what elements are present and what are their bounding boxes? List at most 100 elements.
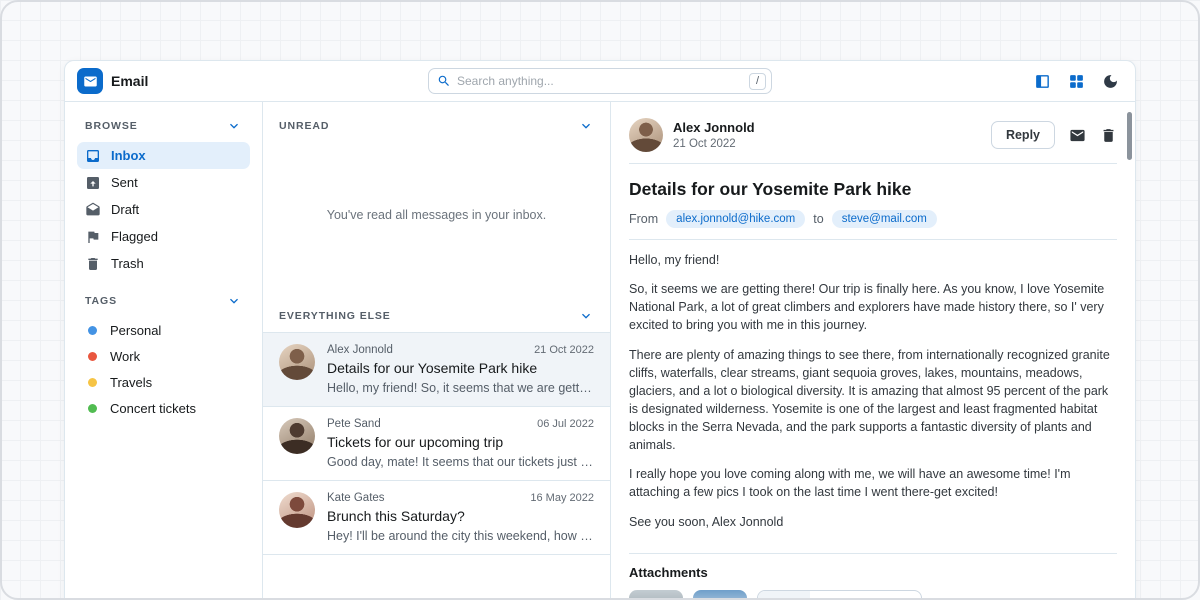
tag-color-dot: [88, 378, 97, 387]
search-input[interactable]: [457, 74, 743, 88]
tag-item-work[interactable]: Work: [77, 343, 250, 369]
from-to-row: From alex.jonnold@hike.com to steve@mail…: [629, 210, 1117, 228]
mail-icon: [1069, 127, 1086, 144]
email-preview: Hello, my friend! So, it seems that we a…: [327, 381, 594, 395]
sidebar-layout-icon: [1034, 73, 1051, 90]
list-section-everything-else[interactable]: Everything else: [263, 288, 610, 332]
email-preview: Good day, mate! It seems that our ticket…: [327, 455, 594, 469]
body-paragraph: I really hope you love coming along with…: [629, 465, 1117, 501]
delete-button[interactable]: [1100, 127, 1117, 144]
sidebar-section-browse[interactable]: Browse: [77, 114, 250, 138]
mail-icon: [83, 74, 98, 89]
trash-icon: [1100, 127, 1117, 144]
tag-item-personal[interactable]: Personal: [77, 317, 250, 343]
avatar: [279, 492, 315, 528]
detail-header: Alex Jonnold 21 Oct 2022 Reply: [629, 118, 1117, 152]
email-subject: Tickets for our upcoming trip: [327, 434, 594, 450]
mail-list-column: Unread You've read all messages in your …: [263, 102, 611, 600]
tag-color-dot: [88, 404, 97, 413]
to-email-chip[interactable]: steve@mail.com: [832, 210, 937, 228]
email-app-window: Email / Browse: [64, 60, 1136, 600]
detail-date: 21 Oct 2022: [673, 138, 755, 150]
top-bar: Email /: [65, 61, 1135, 102]
search-bar[interactable]: /: [428, 68, 772, 94]
email-item-body: Kate Gates 16 May 2022 Brunch this Satur…: [327, 492, 594, 543]
folder-tile: [758, 591, 810, 600]
attachment-file-card[interactable]: videos-hike.zip 100 MB: [757, 590, 922, 600]
sidebar-section-tags-wrap: Tags Personal Work Travels Concer: [77, 289, 250, 421]
sidebar-item-label: Sent: [111, 175, 138, 190]
chevron-down-icon[interactable]: [578, 308, 594, 324]
draft-icon: [85, 202, 101, 218]
inbox-icon: [85, 148, 101, 164]
email-list-item[interactable]: Alex Jonnold 21 Oct 2022 Details for our…: [263, 332, 610, 406]
tag-item-concert-tickets[interactable]: Concert tickets: [77, 395, 250, 421]
trash-icon: [85, 256, 101, 272]
sidebar-section-tags[interactable]: Tags: [77, 289, 250, 313]
email-sender: Pete Sand: [327, 418, 381, 430]
unread-empty-message: You've read all messages in your inbox.: [263, 142, 610, 288]
tag-label: Travels: [110, 375, 152, 390]
attachments-row: videos-hike.zip 100 MB: [629, 590, 1117, 600]
layout-toggle-button[interactable]: [1029, 68, 1055, 94]
reply-button[interactable]: Reply: [991, 121, 1055, 149]
flag-icon: [85, 229, 101, 245]
from-email-chip[interactable]: alex.jonnold@hike.com: [666, 210, 805, 228]
email-date: 06 Jul 2022: [537, 418, 594, 430]
divider: [629, 553, 1117, 554]
sidebar: Browse Inbox Sent Draft Flagged Tra: [65, 102, 263, 600]
email-item-body: Pete Sand 06 Jul 2022 Tickets for our up…: [327, 418, 594, 469]
email-list-item[interactable]: Pete Sand 06 Jul 2022 Tickets for our up…: [263, 406, 610, 480]
chevron-down-icon[interactable]: [226, 293, 242, 309]
email-item-body: Alex Jonnold 21 Oct 2022 Details for our…: [327, 344, 594, 395]
dark-mode-toggle[interactable]: [1097, 68, 1123, 94]
detail-actions: Reply: [991, 121, 1117, 149]
forward-mail-button[interactable]: [1069, 127, 1086, 144]
email-subject: Brunch this Saturday?: [327, 508, 594, 524]
email-body: Hello, my friend! So, it seems we are ge…: [629, 251, 1117, 542]
tag-label: Work: [110, 349, 140, 364]
body-paragraph: Hello, my friend!: [629, 251, 1117, 269]
tag-color-dot: [88, 352, 97, 361]
sidebar-item-flagged[interactable]: Flagged: [77, 223, 250, 250]
list-section-unread[interactable]: Unread: [263, 102, 610, 142]
sidebar-item-label: Draft: [111, 202, 139, 217]
sidebar-item-label: Flagged: [111, 229, 158, 244]
attachment-photo-2[interactable]: [693, 590, 747, 600]
apps-grid-button[interactable]: [1063, 68, 1089, 94]
sidebar-item-trash[interactable]: Trash: [77, 250, 250, 277]
unread-section-label: Unread: [279, 120, 329, 132]
sidebar-item-sent[interactable]: Sent: [77, 169, 250, 196]
tag-item-travels[interactable]: Travels: [77, 369, 250, 395]
tag-label: Concert tickets: [110, 401, 196, 416]
email-date: 21 Oct 2022: [534, 344, 594, 356]
attachments-label: Attachments: [629, 565, 1117, 580]
email-preview: Hey! I'll be around the city this weeken…: [327, 529, 594, 543]
sidebar-item-label: Trash: [111, 256, 144, 271]
body-paragraph: See you soon, Alex Jonnold: [629, 513, 1117, 531]
attachment-photo-1[interactable]: [629, 590, 683, 600]
detail-subject: Details for our Yosemite Park hike: [629, 179, 1117, 200]
body-paragraph: There are plenty of amazing things to se…: [629, 346, 1117, 455]
avatar: [279, 344, 315, 380]
search-shortcut-badge: /: [749, 73, 766, 90]
email-subject: Details for our Yosemite Park hike: [327, 360, 594, 376]
app-title: Email: [111, 73, 148, 89]
divider: [629, 163, 1117, 164]
chevron-down-icon[interactable]: [226, 118, 242, 134]
avatar: [279, 418, 315, 454]
chevron-down-icon[interactable]: [578, 118, 594, 134]
main-content: Browse Inbox Sent Draft Flagged Tra: [65, 102, 1135, 600]
from-label: From: [629, 212, 658, 226]
scrollbar-thumb[interactable]: [1127, 112, 1132, 160]
to-label: to: [813, 212, 823, 226]
email-date: 16 May 2022: [530, 492, 594, 504]
divider: [629, 239, 1117, 240]
email-list-item[interactable]: Kate Gates 16 May 2022 Brunch this Satur…: [263, 480, 610, 555]
browse-section-label: Browse: [85, 120, 138, 132]
sidebar-item-draft[interactable]: Draft: [77, 196, 250, 223]
tags-section-label: Tags: [85, 295, 117, 307]
grid-icon: [1068, 73, 1085, 90]
sidebar-item-label: Inbox: [111, 148, 146, 163]
sidebar-item-inbox[interactable]: Inbox: [77, 142, 250, 169]
